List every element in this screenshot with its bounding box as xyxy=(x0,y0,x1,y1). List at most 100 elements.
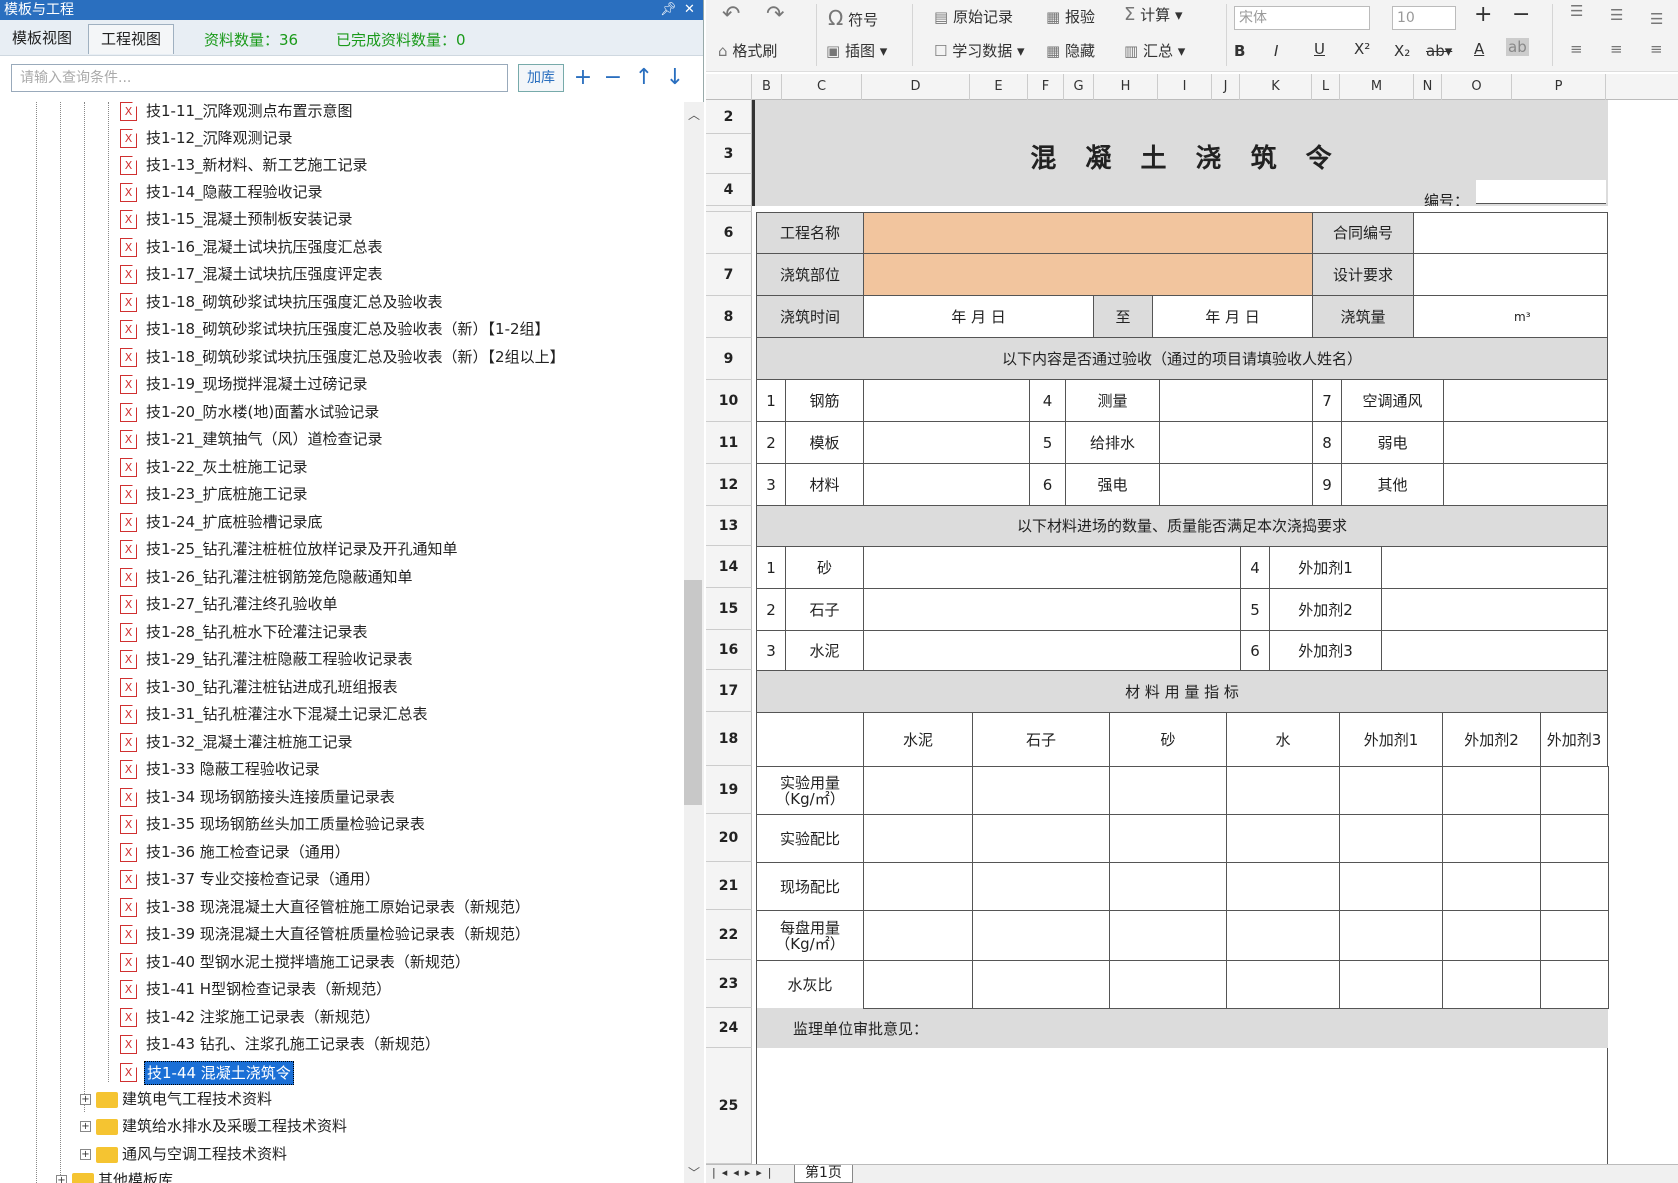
symbol-button[interactable]: Ω 符号 xyxy=(828,6,878,30)
inspect-field[interactable] xyxy=(1159,463,1313,506)
align-center-icon[interactable]: ≡ xyxy=(1610,40,1623,58)
col-header[interactable]: G xyxy=(1064,74,1094,100)
usage-value-cell[interactable] xyxy=(1540,910,1609,961)
row-header[interactable]: 3 xyxy=(706,134,752,174)
col-header[interactable]: J xyxy=(1212,74,1240,100)
col-header[interactable]: F xyxy=(1028,74,1064,100)
font-size-select[interactable]: 10 xyxy=(1392,6,1456,30)
insert-image-button[interactable]: ▣ 插图 ▾ xyxy=(826,40,887,61)
row-header[interactable]: 17 xyxy=(706,670,752,712)
col-header[interactable]: O xyxy=(1442,74,1512,100)
align-middle-icon[interactable]: ☰ xyxy=(1610,6,1623,24)
usage-value-cell[interactable] xyxy=(972,910,1110,961)
inspect-field[interactable] xyxy=(1159,379,1313,422)
usage-value-cell[interactable] xyxy=(1226,910,1340,961)
row-header[interactable]: 25 xyxy=(706,1048,752,1164)
usage-value-cell[interactable] xyxy=(1109,814,1227,863)
worksheet[interactable]: B C D E F G H I J K L M N O P 2 3 4 6 7 … xyxy=(706,74,1678,1164)
usage-value-cell[interactable] xyxy=(863,766,973,815)
usage-value-cell[interactable] xyxy=(1226,766,1340,815)
row-header[interactable]: 9 xyxy=(706,338,752,380)
start-date-field[interactable]: 年 月 日 xyxy=(863,295,1094,338)
study-data-button[interactable]: ☐ 学习数据 ▾ xyxy=(934,40,1025,61)
row-header[interactable]: 2 xyxy=(706,100,752,134)
row-header[interactable]: 7 xyxy=(706,254,752,296)
bold-icon[interactable]: B xyxy=(1234,42,1245,60)
material-field[interactable] xyxy=(1381,630,1608,671)
italic-icon[interactable]: I xyxy=(1274,42,1278,60)
sheet-nav-icons[interactable]: |◂◂▸▸| xyxy=(712,1166,778,1179)
col-header[interactable]: D xyxy=(862,74,970,100)
usage-value-cell[interactable] xyxy=(1109,960,1227,1009)
tab-project-view[interactable]: 工程视图 xyxy=(88,24,175,54)
row-header[interactable]: 6 xyxy=(706,212,752,254)
usage-value-cell[interactable] xyxy=(863,910,973,961)
corner-cell[interactable] xyxy=(706,74,752,100)
usage-value-cell[interactable] xyxy=(1339,814,1443,863)
usage-value-cell[interactable] xyxy=(972,766,1110,815)
expand-icon[interactable]: + xyxy=(80,1149,91,1160)
usage-value-cell[interactable] xyxy=(1339,910,1443,961)
row-header[interactable]: 24 xyxy=(706,1008,752,1048)
strikethrough-icon[interactable]: ab▾ xyxy=(1426,42,1452,60)
row-header[interactable]: 4 xyxy=(706,174,752,206)
usage-value-cell[interactable] xyxy=(972,814,1110,863)
hide-button[interactable]: ▦ 隐藏 xyxy=(1046,40,1095,61)
usage-value-cell[interactable] xyxy=(1540,960,1609,1009)
row-header[interactable]: 12 xyxy=(706,464,752,506)
inspect-field[interactable] xyxy=(863,463,1030,506)
col-header[interactable]: N xyxy=(1414,74,1442,100)
increase-size-icon[interactable]: + xyxy=(1474,2,1492,27)
pin-icon[interactable]: 📌︎ xyxy=(660,0,677,20)
col-header[interactable]: M xyxy=(1340,74,1414,100)
arrow-down-icon[interactable]: ↓ xyxy=(664,66,686,90)
align-bottom-icon[interactable]: ☰ xyxy=(1650,10,1663,28)
row-header[interactable]: 14 xyxy=(706,546,752,588)
row-header[interactable]: 18 xyxy=(706,712,752,766)
contract-no-field[interactable] xyxy=(1413,212,1608,254)
row-header[interactable]: 13 xyxy=(706,506,752,546)
undo-icon[interactable]: ↶ xyxy=(722,2,740,27)
expand-icon[interactable]: + xyxy=(80,1121,91,1132)
row-header[interactable]: 23 xyxy=(706,960,752,1008)
material-field[interactable] xyxy=(863,588,1241,631)
row-header[interactable]: 15 xyxy=(706,588,752,630)
col-header[interactable]: H xyxy=(1094,74,1158,100)
col-header[interactable]: K xyxy=(1240,74,1312,100)
row-header[interactable]: 19 xyxy=(706,766,752,814)
usage-value-cell[interactable] xyxy=(1339,862,1443,911)
minus-icon[interactable]: − xyxy=(602,66,624,90)
serial-field[interactable] xyxy=(1476,180,1606,204)
col-header[interactable]: C xyxy=(782,74,862,100)
scroll-up-icon[interactable]: ︿ xyxy=(688,106,700,123)
col-header[interactable]: B xyxy=(752,74,782,100)
usage-value-cell[interactable] xyxy=(1109,862,1227,911)
align-top-icon[interactable]: ☰ xyxy=(1570,2,1583,20)
pour-volume-field[interactable]: m³ xyxy=(1413,295,1608,338)
inspect-field[interactable] xyxy=(863,421,1030,464)
row-header[interactable]: 22 xyxy=(706,910,752,960)
subscript-icon[interactable]: X₂ xyxy=(1394,42,1410,60)
usage-value-cell[interactable] xyxy=(1540,862,1609,911)
usage-value-cell[interactable] xyxy=(863,862,973,911)
add-icon[interactable]: + xyxy=(572,66,594,90)
superscript-icon[interactable]: X² xyxy=(1354,40,1370,58)
usage-value-cell[interactable] xyxy=(1540,814,1609,863)
usage-value-cell[interactable] xyxy=(1339,960,1443,1009)
usage-value-cell[interactable] xyxy=(1540,766,1609,815)
row-header[interactable]: 21 xyxy=(706,862,752,910)
usage-value-cell[interactable] xyxy=(1442,766,1541,815)
tree-scroll-thumb[interactable] xyxy=(684,580,702,805)
end-date-field[interactable]: 年 月 日 xyxy=(1152,295,1313,338)
row-header[interactable]: 16 xyxy=(706,630,752,670)
usage-value-cell[interactable] xyxy=(1226,862,1340,911)
usage-value-cell[interactable] xyxy=(1442,960,1541,1009)
usage-value-cell[interactable] xyxy=(1442,910,1541,961)
inspect-field[interactable] xyxy=(1443,463,1608,506)
design-req-field[interactable] xyxy=(1413,253,1608,296)
usage-value-cell[interactable] xyxy=(1226,814,1340,863)
col-header[interactable]: L xyxy=(1312,74,1340,100)
material-field[interactable] xyxy=(1381,546,1608,589)
row-header[interactable]: 11 xyxy=(706,422,752,464)
material-field[interactable] xyxy=(1381,588,1608,631)
